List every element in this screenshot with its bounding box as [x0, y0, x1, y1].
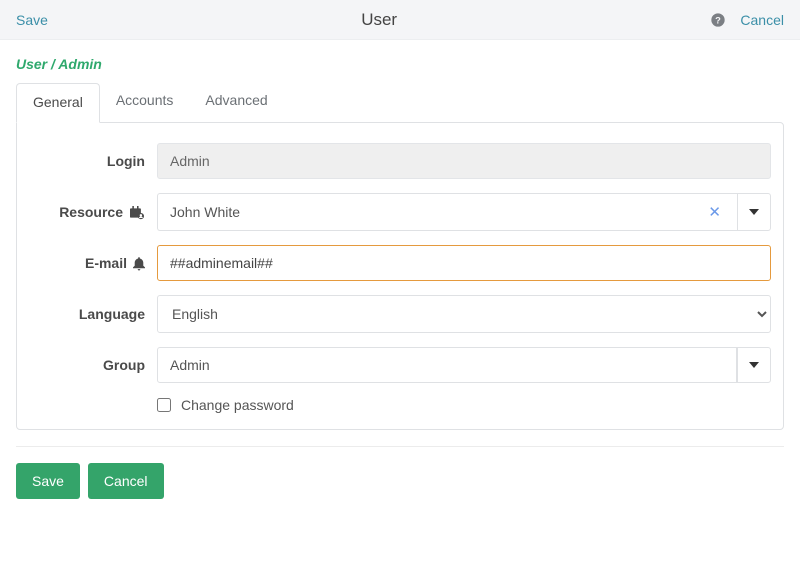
row-language: Language English	[29, 295, 771, 333]
language-select[interactable]: English	[157, 295, 771, 333]
row-resource: Resource John White ✕	[29, 193, 771, 231]
header-save-link[interactable]: Save	[16, 12, 48, 28]
form-panel: Login Admin Resource John White ✕	[16, 122, 784, 430]
row-change-password: Change password	[29, 397, 771, 413]
header-bar: Save User ? Cancel	[0, 0, 800, 40]
calendar-user-icon	[129, 204, 145, 220]
row-email: E-mail	[29, 245, 771, 281]
group-value: Admin	[170, 357, 210, 373]
change-password-checkbox[interactable]	[157, 398, 171, 412]
cancel-button[interactable]: Cancel	[88, 463, 164, 499]
resource-select[interactable]: John White ✕	[157, 193, 771, 231]
tabs: General Accounts Advanced	[0, 82, 800, 122]
label-group: Group	[29, 357, 157, 373]
group-select[interactable]: Admin	[157, 347, 771, 383]
divider	[16, 446, 784, 447]
resource-value: John White	[170, 204, 240, 220]
svg-text:?: ?	[716, 15, 722, 25]
label-language: Language	[29, 306, 157, 322]
breadcrumb: User / Admin	[0, 40, 800, 82]
header-cancel-link[interactable]: Cancel	[740, 12, 784, 28]
label-login: Login	[29, 153, 157, 169]
tab-accounts[interactable]: Accounts	[100, 82, 190, 122]
label-resource: Resource	[29, 204, 157, 220]
tab-advanced[interactable]: Advanced	[189, 82, 283, 122]
bell-icon	[133, 255, 145, 271]
chevron-down-icon[interactable]	[737, 193, 771, 231]
tab-general[interactable]: General	[16, 83, 100, 123]
row-group: Group Admin	[29, 347, 771, 383]
page-title: User	[361, 10, 397, 30]
email-field[interactable]	[157, 245, 771, 281]
save-button[interactable]: Save	[16, 463, 80, 499]
label-email: E-mail	[29, 255, 157, 271]
login-field: Admin	[157, 143, 771, 179]
row-login: Login Admin	[29, 143, 771, 179]
footer-buttons: Save Cancel	[0, 463, 800, 515]
close-icon[interactable]: ✕	[704, 203, 725, 221]
change-password-label: Change password	[181, 397, 294, 413]
chevron-down-icon[interactable]	[737, 347, 771, 383]
help-icon[interactable]: ?	[710, 12, 726, 28]
